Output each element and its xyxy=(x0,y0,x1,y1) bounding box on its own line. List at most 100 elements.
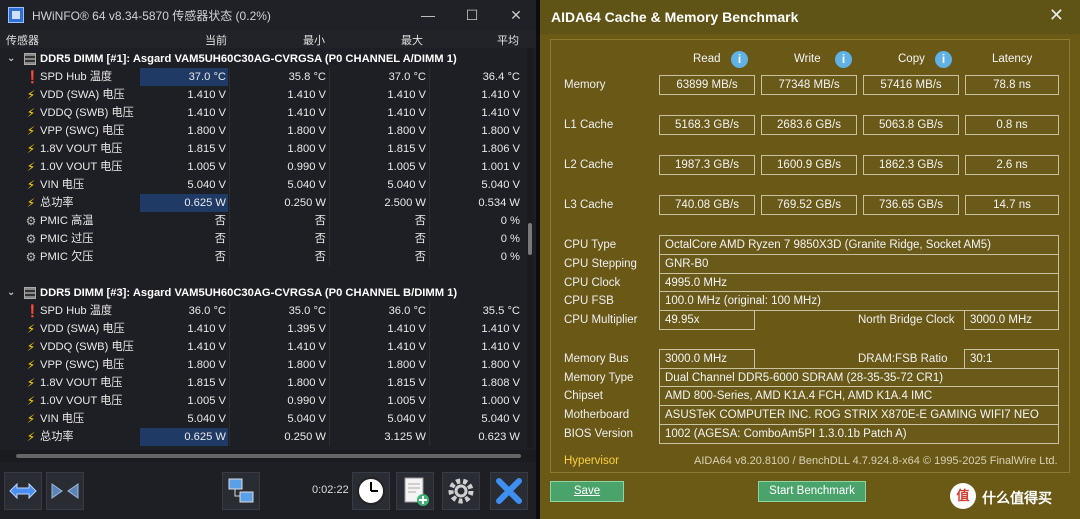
value-avg: 5.040 V xyxy=(481,179,520,191)
sensor-group-header[interactable]: ⌄ DDR5 DIMM [#3]: Asgard VAM5UH60C30AG-CV… xyxy=(0,284,524,302)
sensor-row[interactable]: ⚡ VDD (SWA) 电压 1.410 V 1.410 V 1.410 V 1.410 … xyxy=(0,86,524,104)
value-current: 1.005 V xyxy=(187,395,226,407)
col-sensor[interactable]: 传感器 xyxy=(6,32,39,48)
column-divider xyxy=(329,176,330,194)
bench-copy-value: 57416 MB/s xyxy=(863,75,959,95)
horizontal-scrollbar[interactable] xyxy=(0,450,536,462)
scroll-thumb[interactable] xyxy=(528,223,532,255)
report-button[interactable] xyxy=(396,472,434,510)
value-avg: 1.808 V xyxy=(481,377,520,389)
value-avg: 1.001 V xyxy=(481,161,520,173)
bios-value: 1002 (AGESA: ComboAm5PI 1.3.0.1b Patch A… xyxy=(659,424,1059,444)
sensor-row[interactable]: ❗ SPD Hub 温度 37.0 °C 35.8 °C 37.0 °C 36.4 °C xyxy=(0,68,524,86)
sensor-row[interactable]: ⚡ VDDQ (SWB) 电压 1.410 V 1.410 V 1.410 V 1.410… xyxy=(0,338,524,356)
col-max[interactable]: 最大 xyxy=(401,32,423,48)
minimize-button[interactable]: — xyxy=(408,0,448,30)
column-divider xyxy=(229,158,230,176)
sensor-row[interactable]: ⚡ 总功率 0.625 W 0.250 W 3.125 W 0.623 W xyxy=(0,428,524,446)
sensor-row[interactable]: ⚙ PMIC 过压 否 否 否 0 % xyxy=(0,230,524,248)
network-button[interactable] xyxy=(222,472,260,510)
column-divider xyxy=(229,392,230,410)
column-divider xyxy=(329,230,330,248)
sensor-row[interactable]: ⚡ VIN 电压 5.040 V 5.040 V 5.040 V 5.040 V xyxy=(0,410,524,428)
collapse-chevron-icon[interactable]: ⌄ xyxy=(7,50,15,68)
clock-button[interactable] xyxy=(352,472,390,510)
sensor-name: PMIC 过压 xyxy=(40,233,94,245)
maximize-button[interactable]: ☐ xyxy=(452,0,492,30)
power-icon: ⚡ xyxy=(26,430,36,444)
dram-fsb-label: DRAM:FSB Ratio xyxy=(858,353,948,365)
hypervisor-link[interactable]: Hypervisor xyxy=(564,455,619,467)
sensor-group-header[interactable]: ⌄ DDR5 DIMM [#1]: Asgard VAM5UH60C30AG-CV… xyxy=(0,50,524,68)
value-min: 0.250 W xyxy=(284,431,326,443)
expand-arrows-button[interactable] xyxy=(4,472,42,510)
column-divider xyxy=(229,320,230,338)
info-copy-icon[interactable]: i xyxy=(935,51,952,68)
start-benchmark-button[interactable]: Start Benchmark xyxy=(758,481,866,502)
value-min: 35.0 °C xyxy=(288,305,326,317)
column-divider xyxy=(429,140,430,158)
save-button[interactable]: Save xyxy=(550,481,624,502)
value-avg: 0.623 W xyxy=(478,431,520,443)
sensor-row[interactable]: ⚡ 1.0V VOUT 电压 1.005 V 0.990 V 1.005 V 1.001 … xyxy=(0,158,524,176)
value-current: 1.410 V xyxy=(187,107,226,119)
value-max: 1.800 V xyxy=(387,359,426,371)
hwinfo-title: HWiNFO® 64 v8.34-5870 传感器状态 (0.2%) xyxy=(32,8,271,23)
sensor-row[interactable]: ⚡ 1.0V VOUT 电压 1.005 V 0.990 V 1.005 V 1.000 … xyxy=(0,392,524,410)
col-write: Write xyxy=(794,53,821,65)
sensor-row[interactable]: ⚡ VIN 电压 5.040 V 5.040 V 5.040 V 5.040 V xyxy=(0,176,524,194)
watermark-text: 什么值得买 xyxy=(982,490,1052,506)
info-read-icon[interactable]: i xyxy=(731,51,748,68)
sensor-row[interactable]: ⚡ VPP (SWC) 电压 1.800 V 1.800 V 1.800 V 1.800 … xyxy=(0,356,524,374)
value-current: 否 xyxy=(214,251,226,263)
sensor-row[interactable]: ⚡ VDDQ (SWB) 电压 1.410 V 1.410 V 1.410 V 1.410… xyxy=(0,104,524,122)
voltage-icon: ⚡ xyxy=(26,142,36,156)
vertical-scrollbar[interactable] xyxy=(527,48,533,448)
value-max: 否 xyxy=(414,215,426,227)
hscroll-thumb[interactable] xyxy=(16,454,521,458)
column-divider xyxy=(429,86,430,104)
close-sensors-button[interactable] xyxy=(490,472,528,510)
sensor-row[interactable]: ⚙ PMIC 高温 否 否 否 0 % xyxy=(0,212,524,230)
col-current[interactable]: 当前 xyxy=(205,32,227,48)
column-divider xyxy=(429,374,430,392)
sensor-row[interactable]: ⚡ VPP (SWC) 电压 1.800 V 1.800 V 1.800 V 1.800 … xyxy=(0,122,524,140)
bench-write-value: 77348 MB/s xyxy=(761,75,857,95)
column-divider xyxy=(229,194,230,212)
value-avg: 1.800 V xyxy=(481,359,520,371)
watermark-logo-icon: 值 xyxy=(950,483,976,509)
value-min: 0.990 V xyxy=(287,395,326,407)
column-header: 传感器 当前 最小 最大 平均 xyxy=(0,30,536,48)
hwinfo-titlebar[interactable]: HWiNFO® 64 v8.34-5870 传感器状态 (0.2%) — ☐ ✕ xyxy=(0,0,536,30)
memory-bus-label: Memory Bus xyxy=(564,353,629,365)
settings-button[interactable] xyxy=(442,472,480,510)
sensor-row[interactable]: ⚡ 1.8V VOUT 电压 1.815 V 1.800 V 1.815 V 1.808 … xyxy=(0,374,524,392)
sensor-name: 总功率 xyxy=(40,197,74,209)
aida-titlebar[interactable]: AIDA64 Cache & Memory Benchmark ✕ xyxy=(540,0,1080,34)
collapse-chevron-icon[interactable]: ⌄ xyxy=(7,284,15,302)
collapse-arrows-button[interactable] xyxy=(46,472,84,510)
sensor-row[interactable]: ⚡ VDD (SWA) 电压 1.410 V 1.395 V 1.410 V 1.410 … xyxy=(0,320,524,338)
sensor-table[interactable]: ⌄ DDR5 DIMM [#1]: Asgard VAM5UH60C30AG-CV… xyxy=(0,48,524,448)
collapse-arrows-icon xyxy=(51,483,79,499)
col-avg[interactable]: 平均 xyxy=(497,32,519,48)
aida-close-button[interactable]: ✕ xyxy=(1049,5,1064,26)
sensor-row[interactable]: ⚙ PMIC 欠压 否 否 否 0 % xyxy=(0,248,524,266)
sensor-row[interactable]: ⚡ 1.8V VOUT 电压 1.815 V 1.800 V 1.815 V 1.806 … xyxy=(0,140,524,158)
sensor-row[interactable]: ❗ SPD Hub 温度 36.0 °C 35.0 °C 36.0 °C 35.5 °C xyxy=(0,302,524,320)
close-button[interactable]: ✕ xyxy=(496,0,536,30)
sensor-name: PMIC 高温 xyxy=(40,215,94,227)
group-name: DDR5 DIMM [#3]: Asgard VAM5UH60C30AG-CVR… xyxy=(40,287,458,299)
value-current: 0.625 W xyxy=(140,194,228,212)
col-min[interactable]: 最小 xyxy=(303,32,325,48)
sensor-row[interactable]: ⚡ 总功率 0.625 W 0.250 W 2.500 W 0.534 W xyxy=(0,194,524,212)
value-avg: 1.410 V xyxy=(481,341,520,353)
info-write-icon[interactable]: i xyxy=(835,51,852,68)
sensor-name: SPD Hub 温度 xyxy=(40,305,113,317)
chipset-value: AMD 800-Series, AMD K1A.4 FCH, AMD K1A.4… xyxy=(659,386,1059,406)
bench-copy-value: 5063.8 GB/s xyxy=(863,115,959,135)
sensor-name: VPP (SWC) 电压 xyxy=(40,359,125,371)
report-add-icon xyxy=(404,477,429,506)
cpu-stepping-value: GNR-B0 xyxy=(659,254,1059,274)
start-benchmark-label: Start Benchmark xyxy=(769,485,855,497)
